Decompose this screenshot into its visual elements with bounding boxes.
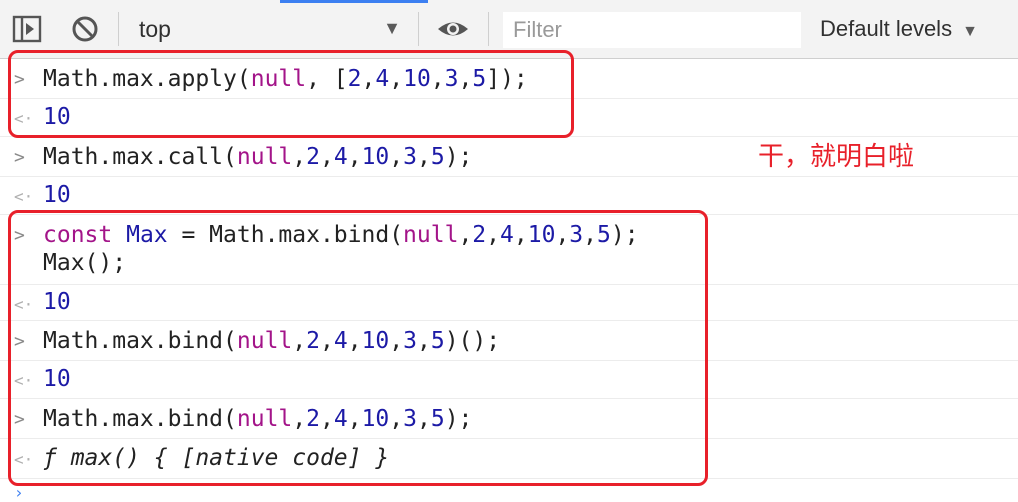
console-output-row[interactable]: <· ƒ max() { [native code] } xyxy=(0,439,1018,479)
log-levels-label: Default levels xyxy=(820,16,953,41)
annotation-note: 干，就明白啦 xyxy=(758,142,915,172)
toolbar-divider xyxy=(118,12,119,46)
console-input-code: Math.max.bind(null,2,4,10,3,5)(); xyxy=(43,328,501,354)
console-output-value: 10 xyxy=(43,289,71,315)
console-input-code-line2: Max(); xyxy=(43,250,127,276)
console-messages: > Math.max.apply(null, [2,4,10,3,5]); <·… xyxy=(0,59,1018,502)
console-input-row[interactable]: > Math.max.apply(null, [2,4,10,3,5]); xyxy=(0,59,1018,99)
context-selector[interactable]: top ▼ xyxy=(127,10,407,48)
console-output-row: <· 10 xyxy=(0,285,1018,321)
toolbar-divider xyxy=(418,12,419,46)
console-toolbar: top ▼ Default levels ▼ xyxy=(0,0,1018,59)
live-expression-eye-icon[interactable] xyxy=(436,14,470,44)
log-levels-dropdown[interactable]: Default levels ▼ xyxy=(820,16,978,42)
console-input-code: const Max = Math.max.bind(null,2,4,10,3,… xyxy=(43,222,639,248)
console-output-function[interactable]: ƒ max() { [native code] } xyxy=(43,444,389,472)
console-caret-icon[interactable]: › xyxy=(14,483,24,502)
output-return-icon: <· xyxy=(14,371,34,390)
console-input-row[interactable]: > Math.max.bind(null,2,4,10,3,5); xyxy=(0,399,1018,439)
console-output-value: 10 xyxy=(43,182,71,208)
input-prompt-icon: > xyxy=(14,69,25,90)
caret-down-icon: ▼ xyxy=(962,23,978,40)
output-return-icon: <· xyxy=(14,295,34,314)
console-output-row: <· 10 xyxy=(0,99,1018,137)
toggle-sidebar-icon[interactable] xyxy=(12,14,42,44)
filter-input[interactable] xyxy=(503,12,801,48)
input-prompt-icon: > xyxy=(14,225,25,246)
console-output-row: <· 10 xyxy=(0,361,1018,399)
console-input-code: Math.max.apply(null, [2,4,10,3,5]); xyxy=(43,66,528,92)
caret-down-icon: ▼ xyxy=(383,18,401,38)
active-tab-indicator xyxy=(280,0,428,3)
console-output-row: <· 10 xyxy=(0,177,1018,215)
clear-console-icon[interactable] xyxy=(70,14,100,44)
toolbar-divider xyxy=(488,12,489,46)
context-label: top xyxy=(139,16,171,42)
output-return-icon: <· xyxy=(14,187,34,206)
console-input-row[interactable]: > Math.max.bind(null,2,4,10,3,5)(); xyxy=(0,321,1018,361)
console-input-row[interactable]: > const Max = Math.max.bind(null,2,4,10,… xyxy=(0,215,1018,285)
console-input-code: Math.max.call(null,2,4,10,3,5); xyxy=(43,144,473,170)
input-prompt-icon: > xyxy=(14,409,25,430)
output-return-icon: <· xyxy=(14,450,34,469)
console-output-value: 10 xyxy=(43,104,71,130)
input-prompt-icon: > xyxy=(14,331,25,352)
console-input-code: Math.max.bind(null,2,4,10,3,5); xyxy=(43,406,473,432)
input-prompt-icon: > xyxy=(14,147,25,168)
console-output-value: 10 xyxy=(43,366,71,392)
output-return-icon: <· xyxy=(14,109,34,128)
